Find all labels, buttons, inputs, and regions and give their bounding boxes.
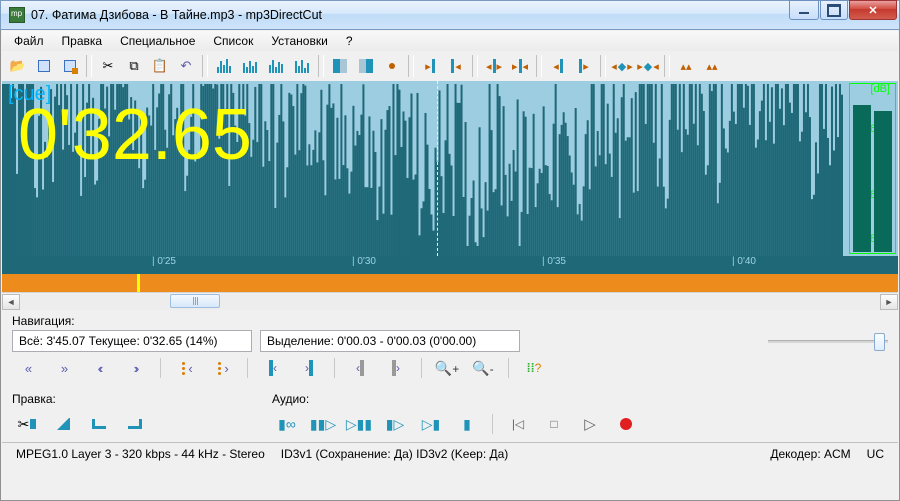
total-current-field[interactable]: Всё: 3'45.07 Текущее: 0'32.65 (14%) [12, 330, 252, 352]
ruler-tick-2: | 0'30 [352, 256, 376, 267]
cue-menu-button[interactable]: ‹ [171, 356, 201, 380]
shift-out-left[interactable]: ▸◂ [508, 54, 532, 78]
scroll-track[interactable] [20, 294, 880, 310]
position-slider[interactable] [768, 330, 888, 352]
ruler-tick-4: | 0'40 [732, 256, 756, 267]
contract-button[interactable]: ▸◆◂ [636, 54, 660, 78]
cut-button[interactable]: ✂ [96, 54, 120, 78]
nav-rewind-button[interactable]: ‹‹ [84, 356, 114, 380]
region-left-button[interactable] [328, 54, 352, 78]
cue-next-button[interactable]: › [207, 356, 237, 380]
status-decoder: Декодер: ACM [762, 447, 858, 461]
window-title: 07. Фатима Дзибова - В Тайне.mp3 - mp3Di… [31, 8, 322, 22]
shift-in-left[interactable]: ◂▸ [482, 54, 506, 78]
edit-normalize-button[interactable] [120, 412, 150, 436]
nav-first-button[interactable]: « [12, 356, 42, 380]
play-button[interactable]: ▷ [575, 412, 605, 436]
stop-button[interactable]: □ [539, 412, 569, 436]
play-sel-button[interactable]: ▷▮▮ [344, 412, 374, 436]
navigation-label: Навигация: [12, 314, 888, 328]
title-bar: 07. Фатима Дзибова - В Тайне.mp3 - mp3Di… [0, 0, 900, 30]
nav-forward-button[interactable]: ›› [120, 356, 150, 380]
goto-sel-start-button[interactable]: ‹ [258, 356, 288, 380]
loop-button[interactable]: ▮∞ [272, 412, 302, 436]
prev-edit-button[interactable]: ‹ [345, 356, 375, 380]
edit-label: Правка: [12, 392, 252, 406]
zoom-in-button[interactable]: 🔍+ [432, 356, 462, 380]
edit-gain-button[interactable] [84, 412, 114, 436]
menu-special[interactable]: Специальное [112, 32, 203, 50]
save-selection-button[interactable] [58, 54, 82, 78]
status-bar: MPEG1.0 Layer 3 - 320 kbps - 44 kHz - St… [2, 442, 898, 464]
mark-in-button[interactable]: ▸ [418, 54, 442, 78]
scroll-thumb[interactable] [170, 294, 220, 308]
menu-settings[interactable]: Установки [263, 32, 335, 50]
overview-bar[interactable] [2, 274, 898, 292]
toolbar: 📂 ✂ ⧉ 📋 ↶ ▸ ◂ ◂▸ ▸◂ ◂ ▸ ◂◆▸ ▸◆◂ ▴▴ ▴▴ [2, 51, 898, 81]
nudge-left-button[interactable]: ▴▴ [674, 54, 698, 78]
save-button[interactable] [32, 54, 56, 78]
nav-last-button[interactable]: » [48, 356, 78, 380]
zoom-out-button[interactable]: 🔍- [468, 356, 498, 380]
navigation-section: Навигация: Всё: 3'45.07 Текущее: 0'32.65… [2, 310, 898, 386]
play-from-button[interactable]: ▮▮▷ [308, 412, 338, 436]
lower-sections: Правка: ✂ Аудио: ▮∞ ▮▮▷ ▷▮▮ ▮▷ ▷▮ ▮ |◁ □… [2, 386, 898, 442]
region-right-button[interactable] [354, 54, 378, 78]
maximize-button[interactable] [820, 0, 848, 20]
window-controls [788, 0, 897, 20]
selection-field[interactable]: Выделение: 0'00.03 - 0'00.03 (0'00.00) [260, 330, 520, 352]
status-uc: UC [859, 447, 892, 461]
split-button[interactable]: ⁞⁞? [519, 356, 549, 380]
level-meter: [dB] -6 -18 -48 [843, 81, 898, 256]
wave3-button[interactable] [264, 54, 288, 78]
menu-list[interactable]: Список [205, 32, 261, 50]
expand-button[interactable]: ◂◆▸ [610, 54, 634, 78]
close-button[interactable] [849, 0, 897, 20]
copy-button[interactable]: ⧉ [122, 54, 146, 78]
ruler-tick-3: | 0'35 [542, 256, 566, 267]
edit-fade-button[interactable] [48, 412, 78, 436]
play-cue-button[interactable]: ▮ [452, 412, 482, 436]
rewind-button[interactable]: |◁ [503, 412, 533, 436]
move-right-button[interactable]: ▸ [572, 54, 596, 78]
wave4-button[interactable] [290, 54, 314, 78]
wave1-button[interactable] [212, 54, 236, 78]
menu-bar: Файл Правка Специальное Список Установки… [2, 31, 898, 51]
record-button[interactable] [611, 412, 641, 436]
undo-button[interactable]: ↶ [174, 54, 198, 78]
client-area: Файл Правка Специальное Список Установки… [0, 30, 900, 501]
audio-label: Аудио: [272, 392, 888, 406]
status-format: MPEG1.0 Layer 3 - 320 kbps - 44 kHz - St… [8, 447, 273, 461]
edit-cut-button[interactable]: ✂ [12, 412, 42, 436]
nudge-right-button[interactable]: ▴▴ [700, 54, 724, 78]
horizontal-scrollbar[interactable]: ◄ ► [2, 292, 898, 310]
play-after-button[interactable]: ▷▮ [416, 412, 446, 436]
app-icon [9, 7, 25, 23]
scroll-left-button[interactable]: ◄ [2, 294, 20, 310]
play-to-button[interactable]: ▮▷ [380, 412, 410, 436]
menu-help[interactable]: ? [338, 32, 361, 50]
next-edit-button[interactable]: › [381, 356, 411, 380]
open-button[interactable]: 📂 [6, 54, 30, 78]
status-id3: ID3v1 (Сохранение: Да) ID3v2 (Keep: Да) [273, 447, 517, 461]
position-time: 0'32.65 [18, 99, 252, 171]
ruler-tick-1: | 0'25 [152, 256, 176, 267]
playhead-icon [437, 81, 438, 256]
navigation-buttons: « » ‹‹ ›› ‹ › ‹ › ‹ › 🔍+ 🔍- ⁞⁞? [12, 352, 888, 384]
mark-out-button[interactable]: ◂ [444, 54, 468, 78]
minimize-button[interactable] [789, 0, 819, 20]
edit-section: Правка: ✂ [2, 386, 262, 442]
scroll-right-button[interactable]: ► [880, 294, 898, 310]
waveform-display[interactable]: [cue] 0'32.65 [2, 81, 843, 256]
goto-sel-end-button[interactable]: › [294, 356, 324, 380]
time-ruler[interactable]: | 0'25 | 0'30 | 0'35 | 0'40 [2, 256, 898, 274]
menu-file[interactable]: Файл [6, 32, 52, 50]
move-left-button[interactable]: ◂ [546, 54, 570, 78]
paste-button[interactable]: 📋 [148, 54, 172, 78]
region-dot-button[interactable] [380, 54, 404, 78]
waveform-area: [cue] 0'32.65 [dB] -6 -18 -48 [2, 81, 898, 256]
wave2-button[interactable] [238, 54, 262, 78]
menu-edit[interactable]: Правка [54, 32, 111, 50]
audio-section: Аудио: ▮∞ ▮▮▷ ▷▮▮ ▮▷ ▷▮ ▮ |◁ □ ▷ [262, 386, 898, 442]
